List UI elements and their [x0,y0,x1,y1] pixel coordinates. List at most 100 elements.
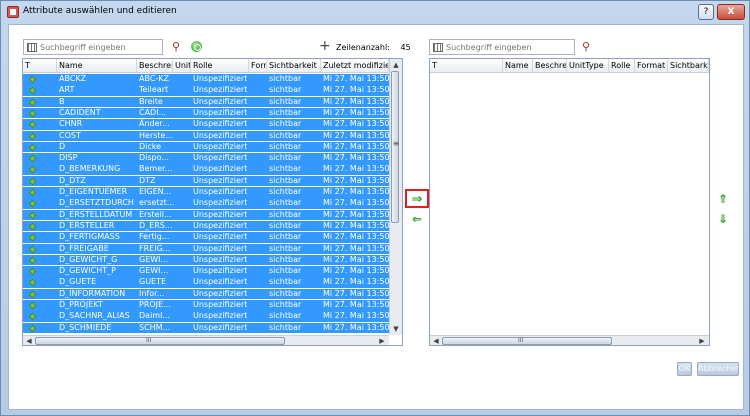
table-cell: Mi 27. Mai 13:50:1 [323,175,389,185]
left-horizontal-scrollbar[interactable]: ◀ III ▶ [23,335,389,345]
table-cell: sichtbar [269,277,302,287]
table-row[interactable]: D_BEMERKUNG Bemer... Unspezifiziert sichtba… [23,164,389,175]
table-cell: Mi 27. Mai 13:50:1 [323,119,389,129]
attribute-type-icon [28,245,37,253]
right-search-field[interactable] [429,39,575,55]
table-row[interactable]: CADIDENT CADI... Unspezifiziert sichtbar Mi … [23,107,389,119]
right-column-header[interactable]: T [430,59,503,73]
table-row[interactable]: D Dicke Unspezifiziert sichtbar Mi 27. Mai 1… [23,141,389,153]
table-row[interactable]: DISP Dispo... Unspezifiziert sichtbar Mi 27.… [23,153,389,164]
move-left-button[interactable]: ⇐ [405,211,429,230]
left-column-header[interactable]: Zuletzt modifiziert [321,59,389,73]
table-row[interactable]: D_DTZ DTZ Unspezifiziert sichtbar Mi 27. Mai… [23,175,389,187]
left-column-header[interactable]: Name [57,59,137,73]
table-row[interactable]: D_FREIGABE FREIG... Unspezifiziert sichtbar… [23,243,389,255]
left-column-header[interactable]: Rolle [191,59,249,73]
move-right-button[interactable]: ⇒ [405,189,429,208]
left-hscroll-thumb[interactable]: III [35,337,285,345]
attribute-type-icon [28,132,37,140]
right-horizontal-scrollbar[interactable]: ◀ III ▶ [430,335,709,345]
scroll-right-arrow-icon[interactable]: ▶ [377,336,387,345]
plus-icon[interactable]: + [319,39,331,53]
left-column-header[interactable]: Sichtbarkeit [267,59,321,73]
table-row[interactable]: D_ERSTELLDATUM Erstell... Unspezifiziert si… [23,209,389,221]
add-attribute-icon[interactable] [191,41,202,52]
left-column-header[interactable]: Forr [249,59,267,73]
table-cell: D_ERSETZTDURCH [59,198,134,208]
right-scroll-left-arrow-icon[interactable]: ◀ [431,336,441,345]
left-vertical-scrollbar[interactable]: ▲ ≡ ▼ [389,59,402,335]
ok-button[interactable]: OK [677,362,692,376]
attribute-type-icon [28,177,37,185]
table-cell: Mi 27. Mai 13:50:1 [323,232,389,242]
attribute-type-icon [28,154,37,163]
table-row[interactable]: D_INFORMATION Infor... Unspezifiziert sicht… [23,288,389,300]
right-column-header[interactable]: Format [635,59,668,73]
left-column-header[interactable]: Unit [173,59,191,73]
table-row[interactable]: D_GEWICHT_P GEWI... Unspezifiziert sichtbar… [23,266,389,277]
table-cell: Mi 27. Mai 13:50:1 [323,322,389,332]
table-cell: D_FREIGABE [59,243,109,253]
right-column-header[interactable]: Sichtbarke [668,59,709,73]
left-column-header[interactable]: Beschreit [137,59,173,73]
table-cell: Unspezifiziert [193,198,247,208]
right-attribute-table[interactable]: T Name Beschrei UnitType Rolle Format Sichtbar… [429,58,710,346]
table-row[interactable]: D_GEWICHT_G GEWI... Unspezifiziert sichtbar… [23,254,389,266]
close-button[interactable]: X [717,4,745,20]
attribute-type-icon [28,233,37,242]
table-row[interactable]: D_GUETE GUETE Unspezifiziert sichtbar Mi 27.… [23,277,389,288]
table-row[interactable]: D_ERSTELLER D_ERS... Unspezifiziert sichtba… [23,220,389,232]
move-down-button[interactable]: ⇓ [718,213,728,225]
right-hscroll-thumb[interactable]: III [442,337,612,345]
table-cell: Unspezifiziert [193,153,247,163]
table-cell: Mi 27. Mai 13:50:1 [323,153,389,163]
left-search-field[interactable] [23,39,163,55]
cancel-button[interactable]: Abbrechen [697,362,741,376]
table-cell: D_EIGENTUEMER [59,187,128,196]
table-row[interactable]: D_SCHMIEDE SCHM... Unspezifiziert sichtbar M… [23,322,389,334]
table-cell: Unspezifiziert [193,96,247,106]
right-scroll-right-arrow-icon[interactable]: ▶ [697,336,707,345]
table-cell: Unspezifiziert [193,209,247,219]
table-row[interactable]: ABCKZ ABC-KZ Unspezifiziert sichtbar Mi 27. … [23,74,389,85]
table-row[interactable]: CHNR Änder... Unspezifiziert sichtbar Mi 27.… [23,119,389,130]
table-cell: Mi 27. Mai 13:50:1 [323,209,389,219]
table-cell: Unspezifiziert [193,74,247,83]
attribute-type-icon [28,211,37,219]
right-search-input[interactable] [446,41,572,53]
table-cell: Unspezifiziert [193,254,247,264]
right-column-header[interactable]: UnitType [567,59,609,73]
dialog-window: Attribute auswählen und editieren ? X ⚲ … [0,0,750,416]
row-count-label: Zeilenanzahl: 45 [336,43,411,52]
search-go-icon-right[interactable]: ⚲ [579,40,593,54]
left-attribute-table[interactable]: T Name Beschreit Unit Rolle Forr Sichtbarkeit Z… [22,58,403,346]
left-column-header[interactable]: T [23,59,57,73]
attribute-type-icon [28,166,37,174]
right-column-header[interactable]: Rolle [609,59,635,73]
table-cell: D_DTZ [59,175,86,185]
table-cell: sichtbar [269,300,302,309]
table-row[interactable]: ART Teileart Unspezifiziert sichtbar Mi 27. … [23,85,389,96]
left-search-input[interactable] [40,41,160,53]
table-row[interactable]: D_FERTIGMASS Fertig... Unspezifiziert sicht… [23,232,389,243]
scroll-up-arrow-icon[interactable]: ▲ [391,60,401,70]
attribute-type-icon [28,143,37,152]
table-row[interactable]: D_ERSETZTDURCH ersetzt... Unspezifiziert si… [23,198,389,209]
right-column-header[interactable]: Beschrei [533,59,567,73]
table-row[interactable]: D_EIGENTUEMER EIGEN... Unspezifiziert sicht… [23,187,389,198]
help-button[interactable]: ? [698,4,714,20]
table-row[interactable]: D_PROJEKT PROJE... Unspezifiziert sichtbar M… [23,300,389,311]
move-up-button[interactable]: ⇑ [718,193,728,205]
right-column-header[interactable]: Name [503,59,533,73]
table-cell: Unspezifiziert [193,141,247,151]
table-row[interactable]: D_SACHNR_ALIAS Daiml... Unspezifiziert sich… [23,311,389,322]
table-cell: Mi 27. Mai 13:50:1 [323,130,389,140]
table-cell: CADI... [139,107,167,117]
left-vscroll-thumb[interactable]: ≡ [391,71,399,223]
scroll-down-arrow-icon[interactable]: ▼ [391,324,401,334]
table-cell: Unspezifiziert [193,322,247,332]
scroll-left-arrow-icon[interactable]: ◀ [24,336,34,345]
table-row[interactable]: B Breite Unspezifiziert sichtbar Mi 27. Mai … [23,96,389,108]
search-go-icon[interactable]: ⚲ [169,40,183,54]
table-row[interactable]: COST Herste... Unspezifiziert sichtbar Mi 27… [23,130,389,142]
